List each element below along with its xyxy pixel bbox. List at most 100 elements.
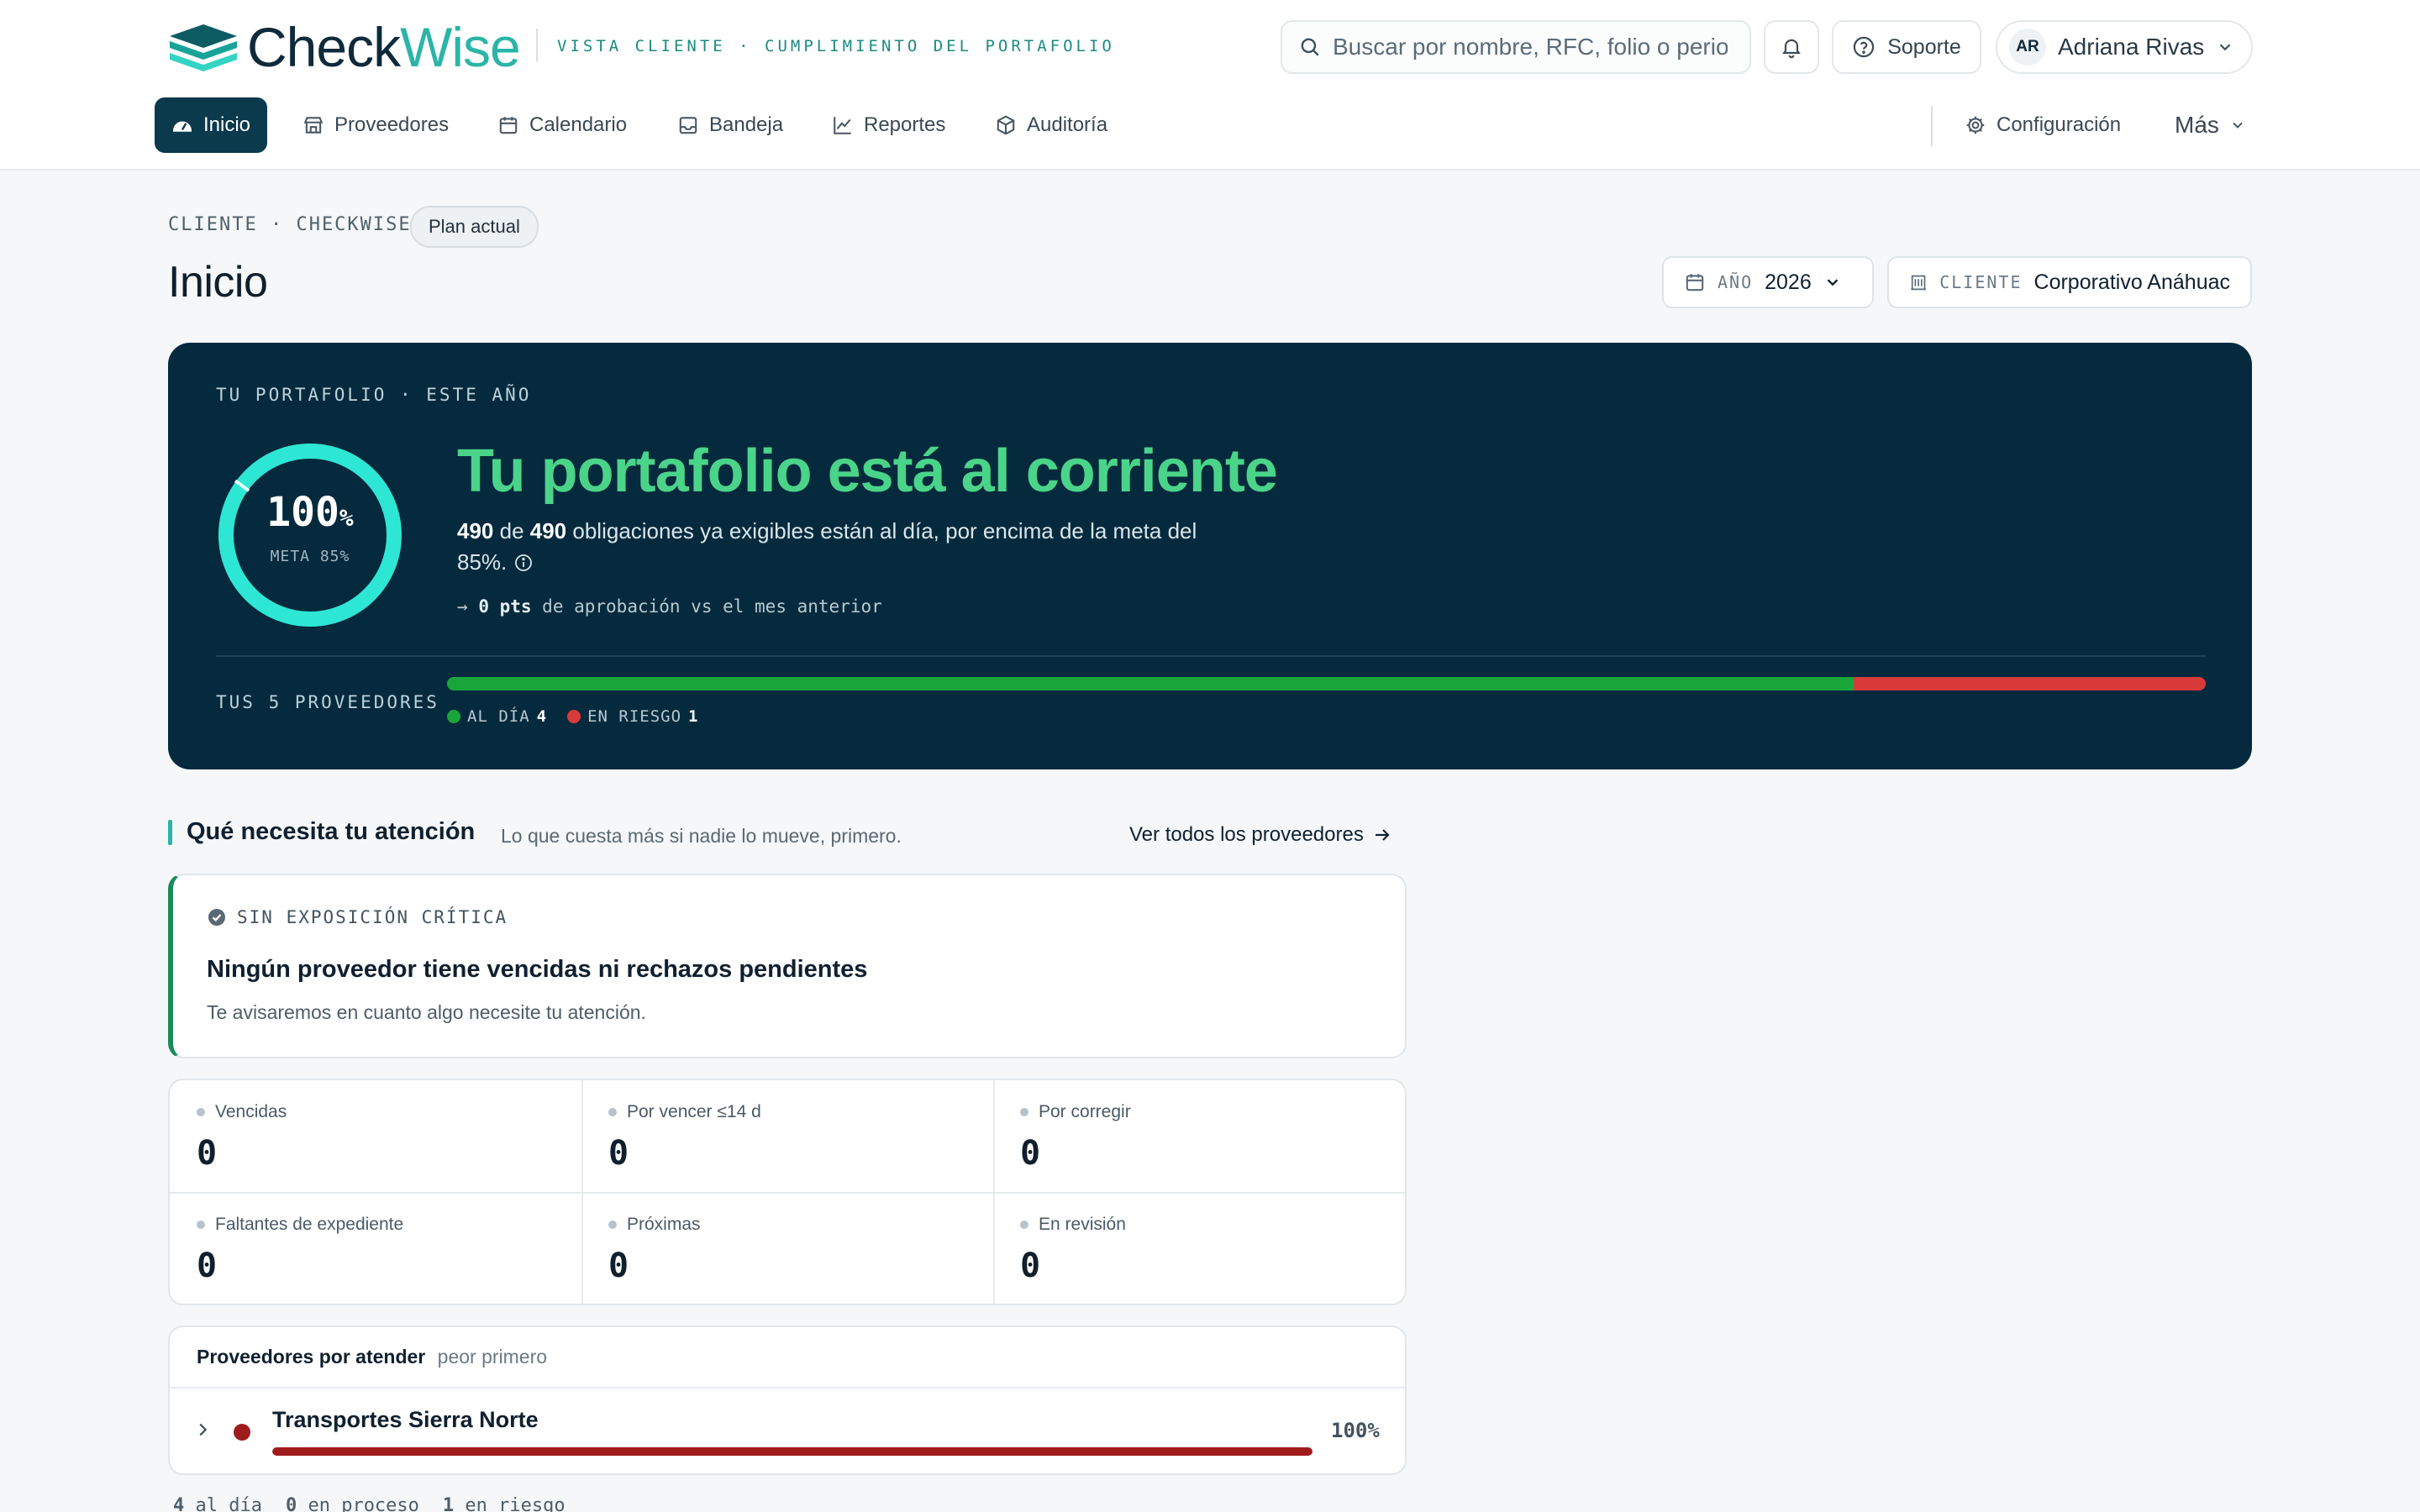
building-icon [1911,275,1926,291]
stats-row-divider [170,1192,1405,1194]
nav-item-bandeja[interactable]: Bandeja [660,97,800,153]
status-dot [197,1221,205,1229]
nav-item-calendario[interactable]: Calendario [481,97,644,153]
info-icon[interactable] [513,553,534,573]
stat-faltantes[interactable]: Faltantes de expediente 0 [197,1215,403,1285]
help-circle-icon [1854,36,1875,58]
stats-grid: Vencidas 0 Por vencer ≤14 d 0 Por correg… [168,1079,1407,1305]
summary-ok: 4 al día [173,1495,262,1512]
legend-ok-dot [447,710,460,723]
providers-summary: 4 al día 0 en proceso 1 en riesgo [173,1495,566,1512]
hero-headline: Tu portafolio está al corriente [457,438,1278,505]
avatar: AR [2009,29,2046,66]
status-dot [197,1108,205,1116]
status-dot [608,1221,617,1229]
hero-description: 490 de 490 obligaciones ya exigibles est… [457,518,1197,575]
stat-en-revision[interactable]: En revisión 0 [1020,1215,1126,1285]
gauge-icon [173,121,192,132]
status-legend: AL DÍA 4 EN RIESGO 1 [447,707,699,726]
nav-label: Calendario [529,113,628,136]
stat-vencidas[interactable]: Vencidas 0 [197,1102,287,1173]
stat-por-corregir[interactable]: Por corregir 0 [1020,1102,1131,1173]
client-value: Corporativo Anáhuac [2033,270,2230,294]
ring-value: 100% [266,489,354,536]
client-label: CLIENTE [1939,272,2023,292]
top-bar: CheckWise VISTA CLIENTE · CUMPLIMIENTO D… [0,0,2420,171]
chevron-down-icon [1827,279,1839,286]
legend-risk: EN RIESGO 1 [567,707,698,726]
stat-proximas[interactable]: Próximas 0 [608,1215,701,1285]
logo-divider [536,29,538,62]
chevron-down-icon [2220,44,2231,51]
calendar-icon [499,117,518,134]
providers-list-title: Proveedores por atender [197,1346,426,1368]
providers-status-bar [447,677,2206,690]
check-circle-icon [208,909,225,926]
nav-item-inicio[interactable]: Inicio [155,97,268,153]
compliance-ring: 100% META 85% [215,440,405,630]
logo-text: CheckWise [247,16,521,78]
year-selector[interactable]: AÑO 2026 [1662,256,1874,308]
view-all-providers-link[interactable]: Ver todos los proveedores [1129,823,1392,847]
user-menu[interactable]: AR Adriana Rivas [1996,20,2253,74]
chart-icon [834,117,851,134]
support-button[interactable]: Soporte [1832,20,1981,74]
stat-value: 0 [1020,1134,1041,1173]
no-critical-alert: SIN EXPOSICIÓN CRÍTICA Ningún proveedor … [168,874,1407,1058]
nav-item-proveedores[interactable]: Proveedores [286,97,466,153]
breadcrumb: CLIENTE · CHECKWISE [168,214,412,235]
settings-label: Configuración [1996,113,2122,136]
provider-name: Transportes Sierra Norte [272,1407,539,1432]
status-dot [1020,1108,1028,1116]
nav-label: Reportes [864,113,946,136]
search-box[interactable] [1281,20,1751,74]
alert-title: Ningún proveedor tiene vencidas ni recha… [207,956,868,983]
providers-list-header: Proveedores por atender peor primero [197,1346,547,1368]
more-menu-button[interactable]: Más [2158,97,2263,153]
stat-por-vencer[interactable]: Por vencer ≤14 d 0 [608,1102,761,1173]
stat-value: 0 [197,1134,218,1173]
hero-divider [216,655,2206,657]
ring-goal-label: META 85% [270,548,350,565]
nav-item-auditoria[interactable]: Auditoría [978,97,1124,153]
year-label: AÑO [1718,272,1754,292]
stat-value: 0 [197,1247,218,1285]
attention-subtitle: Lo que cuesta más si nadie lo mueve, pri… [501,825,902,847]
page-title: Inicio [168,258,268,307]
inbox-icon [679,117,697,134]
providers-to-attend: Proveedores por atender peor primero Tra… [168,1326,1407,1475]
client-selector[interactable]: CLIENTE Corporativo Anáhuac [1887,256,2252,308]
gear-icon [1966,116,1985,134]
status-dot [608,1108,617,1116]
status-bar-risk [1854,677,2206,690]
legend-ok: AL DÍA 4 [447,707,547,726]
providers-list-subtitle: peor primero [437,1346,548,1368]
logo[interactable]: CheckWise [166,15,521,79]
search-icon [1301,38,1319,56]
stat-value: 0 [608,1134,629,1173]
provider-row[interactable]: Transportes Sierra Norte 100% [170,1389,1405,1473]
year-value: 2026 [1765,270,1812,294]
settings-button[interactable]: Configuración [1948,97,2138,153]
box-icon [997,115,1015,135]
summary-risk: 1 en riesgo [442,1495,566,1512]
nav-label: Auditoría [1027,113,1108,136]
nav-label: Inicio [203,113,251,136]
nav-item-reportes[interactable]: Reportes [815,97,962,153]
stat-value: 0 [608,1247,629,1285]
alert-kicker: SIN EXPOSICIÓN CRÍTICA [207,907,508,927]
hero-delta: → 0 pts de aprobación vs el mes anterior [457,596,882,617]
bell-icon [1782,39,1801,59]
stats-col-divider [993,1080,995,1304]
chevron-right-icon[interactable] [193,1420,212,1439]
stats-col-divider [581,1080,583,1304]
plan-badge: Plan actual [410,206,539,248]
attention-title: Qué necesita tu atención [187,818,476,845]
arrow-right-icon [1375,829,1390,841]
alert-text: Te avisaremos en cuanto algo necesite tu… [207,1001,646,1023]
notifications-button[interactable] [1764,20,1819,74]
section-accent-bar [168,820,172,845]
hero-kicker: TU PORTAFOLIO · ESTE AÑO [216,385,532,405]
search-input[interactable] [1333,34,1728,60]
store-icon [303,117,324,134]
